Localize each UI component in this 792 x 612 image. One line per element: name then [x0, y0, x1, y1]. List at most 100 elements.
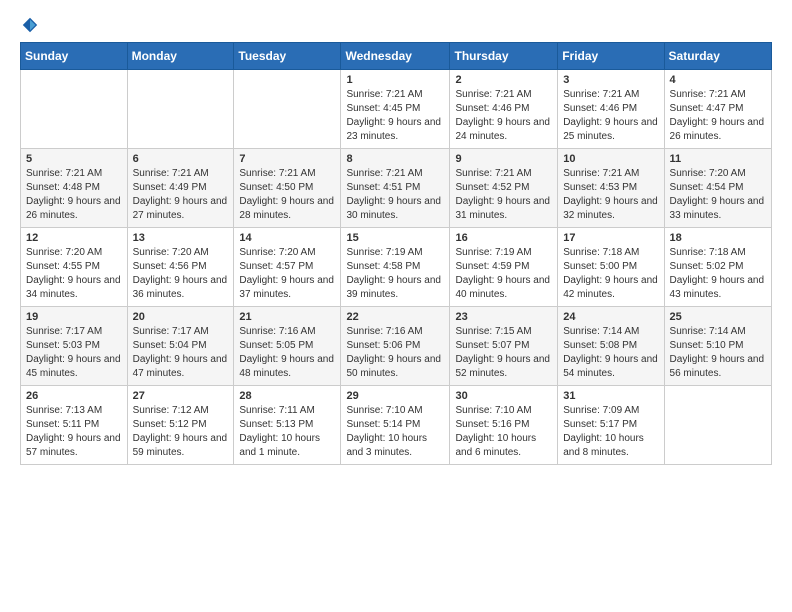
day-info: Sunrise: 7:10 AM Sunset: 5:16 PM Dayligh…	[455, 404, 552, 460]
day-info: Sunrise: 7:14 AM Sunset: 5:10 PM Dayligh…	[670, 325, 766, 381]
day-number: 23	[455, 311, 552, 323]
day-number: 2	[455, 74, 552, 86]
day-number: 15	[346, 232, 444, 244]
day-info: Sunrise: 7:21 AM Sunset: 4:46 PM Dayligh…	[455, 88, 552, 144]
calendar-header-row: SundayMondayTuesdayWednesdayThursdayFrid…	[21, 43, 772, 70]
day-cell: 17Sunrise: 7:18 AM Sunset: 5:00 PM Dayli…	[558, 228, 664, 307]
logo	[20, 16, 39, 34]
day-info: Sunrise: 7:21 AM Sunset: 4:47 PM Dayligh…	[670, 88, 766, 144]
day-info: Sunrise: 7:17 AM Sunset: 5:04 PM Dayligh…	[133, 325, 229, 381]
day-cell: 26 Sunrise: 7:13 AM Sunset: 5:11 PM Dayli…	[21, 386, 128, 465]
day-cell: 24 Sunrise: 7:14 AM Sunset: 5:08 PM Dayli…	[558, 307, 664, 386]
day-info: Sunrise: 7:21 AM Sunset: 4:53 PM Dayligh…	[563, 167, 658, 223]
header-friday: Friday	[558, 43, 664, 70]
day-info: Sunrise: 7:16 AM Sunset: 5:05 PM Dayligh…	[239, 325, 335, 381]
week-row-1: 1 Sunrise: 7:21 AM Sunset: 4:45 PM Daylig…	[21, 70, 772, 149]
day-number: 30	[455, 390, 552, 402]
day-number: 11	[670, 153, 766, 165]
day-cell	[127, 70, 234, 149]
day-number: 24	[563, 311, 658, 323]
day-number: 16	[455, 232, 552, 244]
day-cell: 11 Sunrise: 7:20 AM Sunset: 4:54 PM Dayli…	[664, 149, 771, 228]
day-number: 22	[346, 311, 444, 323]
day-info: Sunrise: 7:10 AM Sunset: 5:14 PM Dayligh…	[346, 404, 444, 460]
header-tuesday: Tuesday	[234, 43, 341, 70]
day-info: Sunrise: 7:09 AM Sunset: 5:17 PM Dayligh…	[563, 404, 658, 460]
calendar-table: SundayMondayTuesdayWednesdayThursdayFrid…	[20, 42, 772, 465]
day-info: Sunrise: 7:21 AM Sunset: 4:52 PM Dayligh…	[455, 167, 552, 223]
day-number: 10	[563, 153, 658, 165]
day-cell: 15 Sunrise: 7:19 AM Sunset: 4:58 PM Dayli…	[341, 228, 450, 307]
day-cell: 5 Sunrise: 7:21 AM Sunset: 4:48 PM Daylig…	[21, 149, 128, 228]
day-info: Sunrise: 7:20 AM Sunset: 4:54 PM Dayligh…	[670, 167, 766, 223]
day-cell: 1 Sunrise: 7:21 AM Sunset: 4:45 PM Daylig…	[341, 70, 450, 149]
day-number: 19	[26, 311, 122, 323]
day-info: Sunrise: 7:21 AM Sunset: 4:49 PM Dayligh…	[133, 167, 229, 223]
week-row-4: 19 Sunrise: 7:17 AM Sunset: 5:03 PM Dayli…	[21, 307, 772, 386]
day-number: 17	[563, 232, 658, 244]
day-number: 26	[26, 390, 122, 402]
day-number: 12	[26, 232, 122, 244]
day-info: Sunrise: 7:19 AM Sunset: 4:59 PM Dayligh…	[455, 246, 552, 302]
day-cell: 3 Sunrise: 7:21 AM Sunset: 4:46 PM Daylig…	[558, 70, 664, 149]
week-row-5: 26 Sunrise: 7:13 AM Sunset: 5:11 PM Dayli…	[21, 386, 772, 465]
day-info: Sunrise: 7:21 AM Sunset: 4:48 PM Dayligh…	[26, 167, 122, 223]
header-sunday: Sunday	[21, 43, 128, 70]
day-number: 13	[133, 232, 229, 244]
day-info: Sunrise: 7:14 AM Sunset: 5:08 PM Dayligh…	[563, 325, 658, 381]
header-thursday: Thursday	[450, 43, 558, 70]
day-number: 27	[133, 390, 229, 402]
day-cell: 21Sunrise: 7:16 AM Sunset: 5:05 PM Dayli…	[234, 307, 341, 386]
day-cell: 25 Sunrise: 7:14 AM Sunset: 5:10 PM Dayli…	[664, 307, 771, 386]
header-monday: Monday	[127, 43, 234, 70]
day-info: Sunrise: 7:21 AM Sunset: 4:46 PM Dayligh…	[563, 88, 658, 144]
day-info: Sunrise: 7:13 AM Sunset: 5:11 PM Dayligh…	[26, 404, 122, 460]
day-number: 28	[239, 390, 335, 402]
day-info: Sunrise: 7:20 AM Sunset: 4:56 PM Dayligh…	[133, 246, 229, 302]
day-number: 3	[563, 74, 658, 86]
day-number: 1	[346, 74, 444, 86]
day-cell: 31Sunrise: 7:09 AM Sunset: 5:17 PM Dayli…	[558, 386, 664, 465]
day-cell: 7 Sunrise: 7:21 AM Sunset: 4:50 PM Daylig…	[234, 149, 341, 228]
day-info: Sunrise: 7:21 AM Sunset: 4:45 PM Dayligh…	[346, 88, 444, 144]
day-number: 29	[346, 390, 444, 402]
day-cell: 10 Sunrise: 7:21 AM Sunset: 4:53 PM Dayli…	[558, 149, 664, 228]
day-info: Sunrise: 7:17 AM Sunset: 5:03 PM Dayligh…	[26, 325, 122, 381]
day-cell: 22 Sunrise: 7:16 AM Sunset: 5:06 PM Dayli…	[341, 307, 450, 386]
day-number: 25	[670, 311, 766, 323]
day-cell: 2 Sunrise: 7:21 AM Sunset: 4:46 PM Daylig…	[450, 70, 558, 149]
day-info: Sunrise: 7:20 AM Sunset: 4:57 PM Dayligh…	[239, 246, 335, 302]
logo-icon	[21, 16, 39, 34]
day-number: 7	[239, 153, 335, 165]
header-wednesday: Wednesday	[341, 43, 450, 70]
day-cell: 29 Sunrise: 7:10 AM Sunset: 5:14 PM Dayli…	[341, 386, 450, 465]
day-info: Sunrise: 7:16 AM Sunset: 5:06 PM Dayligh…	[346, 325, 444, 381]
day-info: Sunrise: 7:12 AM Sunset: 5:12 PM Dayligh…	[133, 404, 229, 460]
day-number: 18	[670, 232, 766, 244]
day-info: Sunrise: 7:15 AM Sunset: 5:07 PM Dayligh…	[455, 325, 552, 381]
day-number: 9	[455, 153, 552, 165]
day-cell: 30 Sunrise: 7:10 AM Sunset: 5:16 PM Dayli…	[450, 386, 558, 465]
day-info: Sunrise: 7:20 AM Sunset: 4:55 PM Dayligh…	[26, 246, 122, 302]
week-row-2: 5 Sunrise: 7:21 AM Sunset: 4:48 PM Daylig…	[21, 149, 772, 228]
day-info: Sunrise: 7:18 AM Sunset: 5:02 PM Dayligh…	[670, 246, 766, 302]
day-cell: 12 Sunrise: 7:20 AM Sunset: 4:55 PM Dayli…	[21, 228, 128, 307]
day-cell	[21, 70, 128, 149]
day-cell: 20 Sunrise: 7:17 AM Sunset: 5:04 PM Dayli…	[127, 307, 234, 386]
day-info: Sunrise: 7:11 AM Sunset: 5:13 PM Dayligh…	[239, 404, 335, 460]
day-number: 6	[133, 153, 229, 165]
day-number: 20	[133, 311, 229, 323]
day-number: 5	[26, 153, 122, 165]
day-cell: 27 Sunrise: 7:12 AM Sunset: 5:12 PM Dayli…	[127, 386, 234, 465]
header	[20, 16, 772, 34]
header-saturday: Saturday	[664, 43, 771, 70]
day-cell: 28 Sunrise: 7:11 AM Sunset: 5:13 PM Dayli…	[234, 386, 341, 465]
day-cell	[234, 70, 341, 149]
day-cell: 9 Sunrise: 7:21 AM Sunset: 4:52 PM Daylig…	[450, 149, 558, 228]
day-cell: 13 Sunrise: 7:20 AM Sunset: 4:56 PM Dayli…	[127, 228, 234, 307]
day-cell: 19 Sunrise: 7:17 AM Sunset: 5:03 PM Dayli…	[21, 307, 128, 386]
day-info: Sunrise: 7:21 AM Sunset: 4:50 PM Dayligh…	[239, 167, 335, 223]
page: SundayMondayTuesdayWednesdayThursdayFrid…	[0, 0, 792, 481]
day-cell: 18 Sunrise: 7:18 AM Sunset: 5:02 PM Dayli…	[664, 228, 771, 307]
day-info: Sunrise: 7:19 AM Sunset: 4:58 PM Dayligh…	[346, 246, 444, 302]
